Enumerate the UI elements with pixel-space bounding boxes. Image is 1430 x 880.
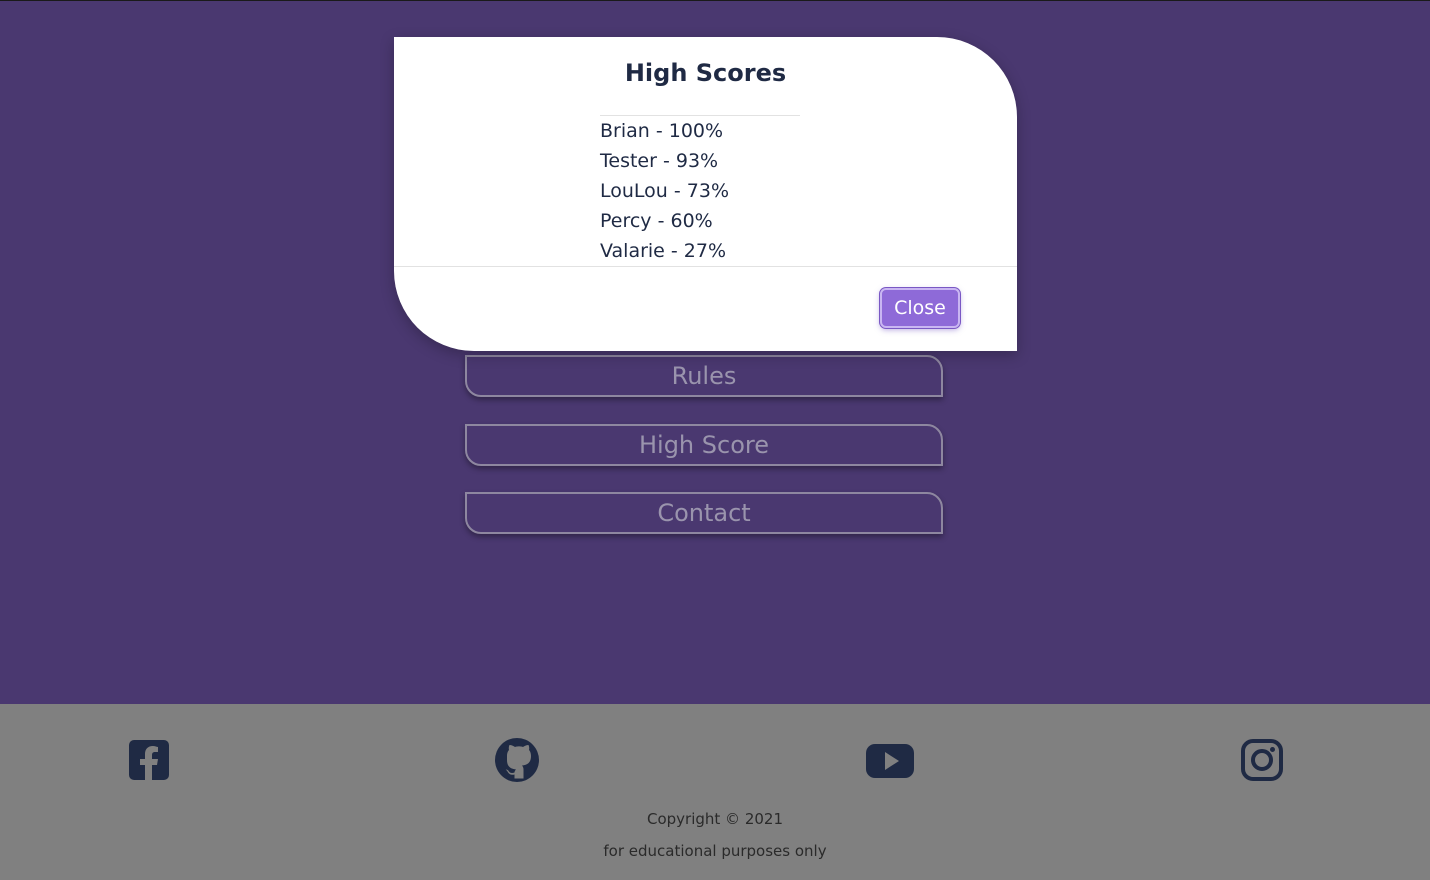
github-icon[interactable]	[493, 736, 541, 784]
close-button[interactable]: Close	[880, 288, 960, 328]
footer: Copyright © 2021 for educational purpose…	[0, 704, 1430, 880]
copyright-text: Copyright © 2021	[646, 810, 783, 828]
instagram-icon[interactable]	[1238, 736, 1286, 784]
facebook-icon[interactable]	[125, 736, 173, 784]
score-item: Percy - 60%	[600, 210, 713, 232]
contact-button[interactable]: Contact	[465, 492, 943, 534]
score-item: Tester - 93%	[600, 150, 719, 172]
top-border	[0, 0, 1430, 1]
score-item: LouLou - 73%	[600, 180, 730, 202]
rules-button[interactable]: Rules	[465, 355, 943, 397]
modal-title: High Scores	[624, 59, 787, 87]
educational-note: for educational purposes only	[603, 842, 827, 860]
youtube-icon[interactable]	[866, 736, 914, 784]
high-score-button[interactable]: High Score	[465, 424, 943, 466]
divider	[394, 266, 1017, 267]
score-list: Brian - 100% Tester - 93% LouLou - 73% P…	[600, 116, 729, 266]
score-item: Brian - 100%	[600, 120, 724, 142]
score-item: Valarie - 27%	[600, 240, 727, 262]
high-scores-modal: High Scores Brian - 100% Tester - 93% Lo…	[394, 37, 1017, 351]
